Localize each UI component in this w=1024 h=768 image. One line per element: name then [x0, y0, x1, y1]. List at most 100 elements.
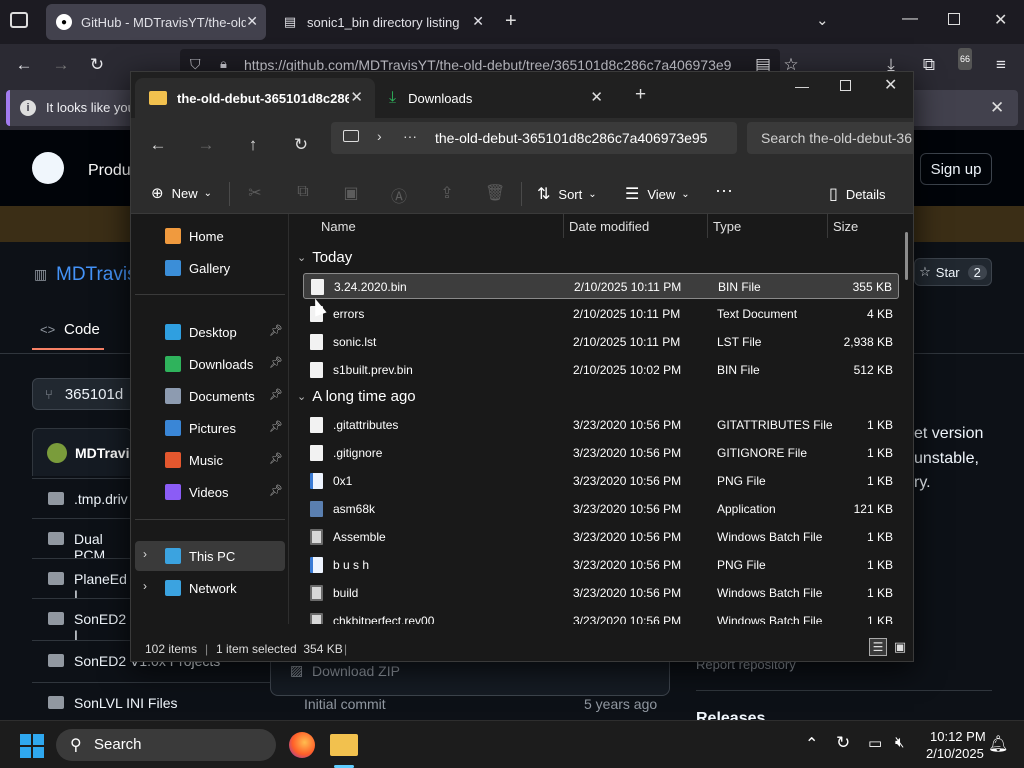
- copy-icon[interactable]: ⧉: [293, 183, 313, 201]
- share-icon[interactable]: ⇪: [437, 183, 457, 203]
- close-tab-icon[interactable]: ✕: [472, 13, 484, 30]
- file-row[interactable]: errors 2/10/2025 10:11 PM Text Document …: [303, 301, 899, 327]
- rename-icon[interactable]: Ⓐ: [389, 183, 409, 207]
- update-icon[interactable]: ↻: [836, 733, 850, 753]
- back-arrow-icon[interactable]: ←: [147, 134, 169, 156]
- sidebar-item-documents[interactable]: Documents 📌︎: [135, 381, 285, 411]
- file-row[interactable]: Assemble 3/23/2020 10:56 PM Windows Batc…: [303, 524, 899, 550]
- file-row[interactable]: .gitignore 3/23/2020 10:56 PM GITIGNORE …: [303, 440, 899, 466]
- sign-up-button[interactable]: Sign up: [920, 153, 992, 185]
- browser-tab-sonic[interactable]: ▤ sonic1_bin directory listing ✕: [272, 4, 492, 40]
- close-tab-icon[interactable]: ✕: [590, 88, 603, 106]
- sort-button[interactable]: ⇅ Sort ⌄: [537, 184, 597, 204]
- clock-time[interactable]: 10:12 PM: [930, 729, 986, 744]
- column-divider[interactable]: [827, 214, 828, 238]
- column-header-name[interactable]: Name: [321, 219, 356, 234]
- folder-row[interactable]: PlaneEd I: [32, 558, 132, 603]
- new-button[interactable]: ⊕ New ⌄: [151, 184, 212, 202]
- star-button[interactable]: ☆ Star 2: [914, 258, 992, 286]
- details-button[interactable]: ▯ Details: [829, 184, 886, 204]
- pin-icon[interactable]: 📌︎: [269, 324, 283, 337]
- new-tab-button[interactable]: +: [635, 84, 646, 106]
- file-row[interactable]: 3.24.2020.bin 2/10/2025 10:11 PM BIN Fil…: [303, 273, 899, 299]
- folder-row[interactable]: .tmp.driv: [32, 478, 132, 518]
- forward-arrow-icon[interactable]: →: [195, 134, 217, 156]
- forward-arrow-icon[interactable]: →: [50, 54, 72, 76]
- search-box[interactable]: Search the-old-debut-36: [747, 122, 913, 154]
- file-row[interactable]: asm68k 3/23/2020 10:56 PM Application 12…: [303, 496, 899, 522]
- pin-icon[interactable]: 📌︎: [269, 420, 283, 433]
- file-row[interactable]: .gitattributes 3/23/2020 10:56 PM GITATT…: [303, 412, 899, 438]
- tab-code[interactable]: Code: [64, 321, 100, 338]
- column-divider[interactable]: [707, 214, 708, 238]
- display-icon[interactable]: ▭: [868, 734, 882, 752]
- folder-row[interactable]: Dual PCM: [32, 518, 132, 563]
- sidebar-item-music[interactable]: Music 📌︎: [135, 445, 285, 475]
- column-header-date[interactable]: Date modified: [569, 219, 649, 234]
- close-info-bar-icon[interactable]: ✕: [990, 98, 1004, 118]
- explorer-tab-repo[interactable]: the-old-debut-365101d8c286c7 ✕: [135, 78, 375, 118]
- taskbar-search-box[interactable]: ⚲ Search: [56, 729, 276, 761]
- sidebar-item-downloads[interactable]: Downloads 📌︎: [135, 349, 285, 379]
- column-divider[interactable]: [563, 214, 564, 238]
- firefox-icon[interactable]: [289, 732, 315, 758]
- sidebar-item-pictures[interactable]: Pictures 📌︎: [135, 413, 285, 443]
- sidebar-item-network[interactable]: › Network: [135, 573, 285, 603]
- close-window-button[interactable]: ✕: [884, 75, 897, 95]
- file-row[interactable]: chkbitperfect.rev00 3/23/2020 10:56 PM W…: [303, 608, 899, 624]
- more-options-icon[interactable]: ···: [715, 180, 733, 201]
- new-tab-button[interactable]: +: [505, 10, 517, 33]
- file-row[interactable]: sonic.lst 2/10/2025 10:11 PM LST File 2,…: [303, 329, 899, 355]
- up-arrow-icon[interactable]: ↑: [242, 134, 264, 156]
- github-logo-icon[interactable]: [32, 152, 64, 184]
- lock-icon[interactable]: 🔒︎: [220, 56, 227, 72]
- reload-icon[interactable]: ↻: [86, 54, 108, 76]
- column-header-size[interactable]: Size: [833, 219, 858, 234]
- file-row[interactable]: 0x1 3/23/2020 10:56 PM PNG File 1 KB: [303, 468, 899, 494]
- chevron-up-icon[interactable]: ⌃: [805, 734, 818, 754]
- folder-row[interactable]: SonLVL INI Files: [32, 682, 272, 722]
- file-explorer-taskbar-icon[interactable]: [330, 734, 358, 756]
- pin-icon[interactable]: 📌︎: [269, 388, 283, 401]
- commit-message[interactable]: Initial commit: [304, 696, 386, 712]
- start-windows-icon[interactable]: [20, 734, 44, 758]
- maximize-window-button[interactable]: [840, 80, 851, 91]
- chevron-right-icon[interactable]: ›: [143, 579, 147, 593]
- chevron-right-icon[interactable]: ›: [377, 128, 382, 144]
- clock-date[interactable]: 2/10/2025: [926, 746, 984, 761]
- minimize-browser-button[interactable]: —: [902, 10, 918, 28]
- close-tab-icon[interactable]: ✕: [246, 13, 258, 30]
- extension-badge-icon[interactable]: 66: [954, 48, 976, 76]
- menu-hamburger-icon[interactable]: ≡: [990, 54, 1012, 76]
- list-tabs-icon[interactable]: ⌄: [816, 11, 829, 29]
- sidebar-item-desktop[interactable]: Desktop 📌︎: [135, 317, 285, 347]
- pin-icon[interactable]: 📌︎: [269, 484, 283, 497]
- group-header-long-ago[interactable]: ⌄ A long time ago: [297, 388, 416, 405]
- group-header-today[interactable]: ⌄ Today: [297, 249, 352, 266]
- delete-icon[interactable]: 🗑︎: [485, 183, 505, 203]
- extensions-icon[interactable]: ⧉: [918, 54, 940, 76]
- back-arrow-icon[interactable]: ←: [13, 54, 35, 76]
- vertical-scrollbar[interactable]: [905, 232, 908, 280]
- chevron-right-icon[interactable]: ›: [143, 547, 147, 561]
- product-menu[interactable]: Produ: [88, 162, 131, 180]
- column-header-type[interactable]: Type: [713, 219, 741, 234]
- browser-tab-github[interactable]: ● GitHub - MDTravisYT/the-old-de ✕: [46, 4, 266, 40]
- details-view-icon[interactable]: ☰: [869, 638, 887, 656]
- paste-icon[interactable]: ▣: [341, 183, 361, 203]
- volume-muted-icon[interactable]: 🔇︎: [895, 734, 904, 751]
- pin-icon[interactable]: 📌︎: [269, 452, 283, 465]
- file-row[interactable]: s1built.prev.bin 2/10/2025 10:02 PM BIN …: [303, 357, 899, 383]
- view-button[interactable]: ☰ View ⌄: [625, 184, 690, 204]
- sidebar-item-home[interactable]: Home: [135, 221, 285, 251]
- address-bar[interactable]: › ··· the-old-debut-365101d8c286c7a40697…: [331, 122, 737, 154]
- download-zip-link[interactable]: Download ZIP: [312, 663, 400, 679]
- repo-owner-link[interactable]: MDTravis: [56, 264, 137, 286]
- sidebar-item-this-pc[interactable]: › This PC: [135, 541, 285, 571]
- chevron-down-icon[interactable]: ⌄: [297, 390, 306, 403]
- sidebar-item-gallery[interactable]: Gallery: [135, 253, 285, 283]
- close-browser-button[interactable]: ✕: [994, 10, 1007, 30]
- refresh-icon[interactable]: ↻: [290, 134, 312, 156]
- notification-bell-icon[interactable]: 🔔︎: [988, 734, 1008, 754]
- tiles-view-icon[interactable]: ▣: [891, 638, 909, 656]
